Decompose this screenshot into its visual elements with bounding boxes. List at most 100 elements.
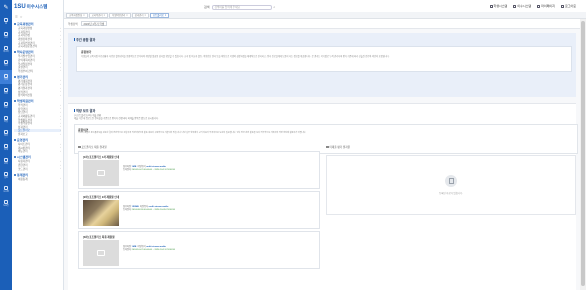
sidebar-item[interactable]: 성적이의신청 › (14, 93, 61, 98)
type-value: multi-stream-audio (146, 166, 166, 168)
main-content: 학생검색 2023년 1학기 학생 초기화 조회 주간 종합 결과 종합평가 학… (64, 19, 580, 290)
sidebar-item[interactable]: 학점부여 관리 › (14, 69, 61, 73)
select-all-checkbox[interactable] (326, 145, 329, 149)
portfolio-item[interactable]: [2차] 포트폴리오 2차 제출물 안내 첨부파일 150MB 파일형식 mult… (78, 191, 320, 229)
scrollbar-thumb[interactable] (581, 21, 585, 286)
menu-icon[interactable]: ☰ (15, 15, 18, 19)
tab-label: 교육과정편성 (69, 14, 83, 17)
close-icon[interactable]: × (126, 14, 127, 17)
chevron-right-icon: › (60, 125, 61, 129)
chevron-right-icon: › (60, 37, 61, 41)
chevron-right-icon: › (60, 90, 61, 94)
rail-item[interactable]: 교과 (0, 28, 12, 42)
top-link[interactable]: 마이페이지 (537, 4, 555, 8)
search-icon[interactable]: ⌕ (274, 5, 276, 9)
rail-item[interactable]: 홈 (0, 14, 12, 28)
portfolio-item[interactable]: [1차] 포트폴리오 1차 제출물 안내 첨부파일 1MB 파일형식 multi-… (78, 151, 320, 189)
sidebar-item[interactable]: 결과보고 › (14, 132, 61, 137)
icon-rail: ✎ 홈교과비교과학사학생 상담 진로 취업 성과통계관리 설정시스템도움말 (0, 0, 12, 290)
sidebar-item[interactable]: 코드관리 › (14, 167, 61, 171)
rail-item[interactable]: 도움말 (0, 196, 12, 210)
chevron-right-icon: › (60, 33, 61, 37)
close-icon[interactable]: × (165, 14, 166, 17)
bullet-icon (14, 156, 16, 159)
unsubmitted-column: 미제출 평가 결과물 등록된 자료가 없습니다. (326, 145, 576, 215)
select-all-checkbox[interactable] (78, 145, 81, 149)
chevron-right-icon: › (60, 149, 61, 153)
type-value: multi-stream-audio (148, 206, 169, 208)
bullet-icon (14, 173, 16, 176)
item-meta: 첨부파일 1MB 파일형식 multi-stream-audio 등록일자 202… (123, 246, 175, 253)
rail-item[interactable]: 통계 (0, 140, 12, 154)
chevron-right-icon: › (60, 69, 61, 73)
student-select[interactable]: 2023년 1학기 학생 (80, 21, 108, 26)
rail-item[interactable]: 설정 (0, 168, 12, 182)
portfolio-item[interactable]: [3차] 포트폴리오 최종 제출물 첨부파일 1MB 파일형식 multi-str… (78, 231, 320, 269)
sidebar: 1SU 이수시스템 ☰ ☆ 교육과정관리 교육과정편성 › 교과목관리 › 교과목편성 › 개… (12, 0, 64, 290)
rail-item-label: 시스템 (3, 190, 9, 193)
chevron-right-icon: › (60, 128, 61, 132)
image-placeholder-icon[interactable] (83, 160, 119, 186)
book-icon (4, 31, 8, 36)
section-title-text: 역량 보조 결과 (76, 109, 96, 113)
sidebar-item-label: 이용통계 (18, 177, 28, 181)
size-label: 첨부파일 (123, 246, 132, 248)
menu-group: 평가관리 평가계획관리 › 평가문항관리 › 평가결과관리 › 성적관리 › 성적이의신청 › (14, 75, 61, 97)
rail-item-label: 학사 (4, 64, 8, 67)
pen-icon[interactable]: ✎ (0, 0, 12, 14)
date-label: 등록일자 (123, 249, 132, 252)
rail-item[interactable]: 학생 (0, 70, 12, 84)
top-link[interactable]: 로그아웃 (560, 4, 576, 8)
menu-group: 운영관리 사이트관리 › 게시판관리 › 메뉴관리 › (14, 138, 61, 153)
chevron-right-icon: › (60, 142, 61, 146)
rail-item[interactable]: 취업 (0, 112, 12, 126)
page-scrollbar[interactable] (580, 19, 586, 290)
close-icon[interactable]: × (144, 14, 145, 17)
sidebar-item-label: 메뉴관리 (18, 150, 28, 154)
page-tab[interactable]: 교육과정편성 × (66, 12, 88, 18)
page-tab[interactable]: 성과관리 × (131, 12, 149, 18)
rail-item[interactable]: 성과 (0, 126, 12, 140)
size-label: 첨부파일 (123, 166, 132, 168)
date-label: 등록일자 (123, 169, 132, 172)
section-title-text: 주간 종합 결과 (76, 38, 96, 42)
sidebar-item-label: 학점부여 관리 (18, 69, 34, 73)
sidebar-item[interactable]: 이용통계 › (14, 177, 61, 181)
rail-item[interactable]: 진로 (0, 98, 12, 112)
rail-item[interactable]: 관리 (0, 154, 12, 168)
page-tab[interactable]: 교과목관리 × (88, 12, 109, 18)
top-link-label: 로그아웃 (564, 4, 576, 8)
brand-logo[interactable]: 1SU 이수시스템 (12, 0, 63, 14)
item-thumbnail[interactable] (83, 200, 119, 226)
bullet-icon (14, 75, 16, 78)
chevron-right-icon: › (60, 121, 61, 125)
rail-item[interactable]: 학사 (0, 56, 12, 70)
rail-item-label: 교과 (4, 36, 8, 39)
top-link[interactable]: 이수시스템 (513, 4, 531, 8)
rail-item-label: 통계 (4, 148, 8, 151)
type-value: multi-stream-audio (146, 246, 166, 248)
sidebar-item[interactable]: 교육과정운영관리 › (14, 44, 61, 49)
title-marker (74, 38, 75, 41)
close-icon[interactable]: × (83, 14, 84, 17)
sidebar-item[interactable]: 메뉴관리 › (14, 150, 61, 154)
rail-item[interactable]: 시스템 (0, 182, 12, 196)
brand-name: 이수시스템 (26, 4, 48, 9)
page-tab[interactable]: 포트폴리오 × (149, 12, 170, 18)
search-input[interactable]: 검색어를 입력해 주세요 (211, 4, 272, 10)
rail-item-label: 비교과 (3, 50, 9, 53)
date-value: 2024-09-19 00:00:00 ~ 2024-10-05 23:59:5… (131, 209, 175, 212)
opinion-body: 학생이 제출한 포트폴리오를 검토한 결과 전반적으로 성실하게 작성되었으며 … (78, 132, 307, 134)
page-tab[interactable]: 학생역량관리 × (109, 12, 131, 18)
chevron-right-icon: › (60, 86, 61, 90)
star-icon[interactable]: ☆ (20, 15, 23, 19)
chevron-right-icon: › (60, 132, 61, 136)
chevron-right-icon: › (60, 114, 61, 118)
image-placeholder-icon[interactable] (83, 240, 119, 266)
top-link[interactable]: 학생시스템 (489, 4, 507, 8)
student-icon (489, 4, 493, 8)
close-icon[interactable]: × (104, 14, 105, 17)
chevron-right-icon: › (60, 65, 61, 69)
rail-item[interactable]: 상담 (0, 84, 12, 98)
rail-item[interactable]: 비교과 (0, 42, 12, 56)
